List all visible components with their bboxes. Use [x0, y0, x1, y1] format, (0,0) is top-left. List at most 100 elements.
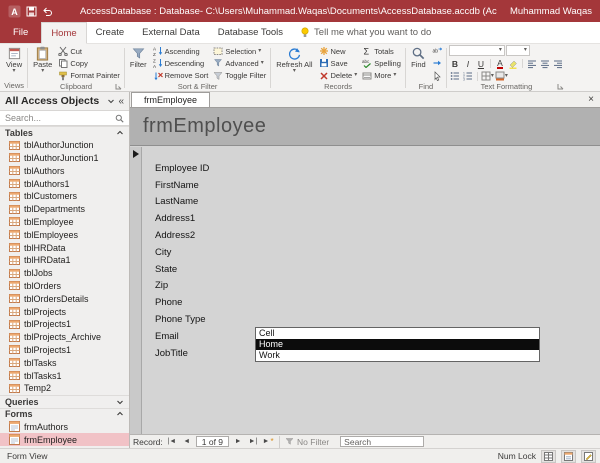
- highlight-color-button[interactable]: [507, 58, 519, 69]
- design-view-button[interactable]: [581, 450, 596, 463]
- nav-item-frmAuthors[interactable]: frmAuthors: [0, 420, 129, 433]
- dropdown-option-cell[interactable]: Cell: [256, 328, 539, 339]
- tab-database-tools[interactable]: Database Tools: [209, 22, 292, 43]
- shutter-bar-close-icon[interactable]: «: [118, 96, 124, 107]
- quick-save-icon[interactable]: [26, 6, 37, 17]
- nav-item-tblProjects[interactable]: tblProjects: [0, 305, 129, 318]
- last-record-button[interactable]: ►|: [247, 436, 259, 448]
- underline-button[interactable]: U: [475, 58, 487, 69]
- nav-item-tblAuthorJunction[interactable]: tblAuthorJunction: [0, 139, 129, 152]
- nav-section-tables[interactable]: Tables: [0, 126, 129, 139]
- record-search-input[interactable]: Search: [340, 436, 424, 447]
- font-family-select[interactable]: ▾: [449, 45, 505, 56]
- dropdown-option-work[interactable]: Work: [256, 350, 539, 361]
- dialog-launcher-icon[interactable]: [115, 83, 122, 90]
- replace-button[interactable]: ab: [430, 45, 444, 57]
- filter-status-button[interactable]: No Filter: [279, 436, 334, 448]
- nav-item-tblProjects_Archive[interactable]: tblProjects_Archive: [0, 331, 129, 344]
- tab-create[interactable]: Create: [87, 22, 134, 43]
- italic-button[interactable]: I: [462, 58, 474, 69]
- nav-item-tblJobs[interactable]: tblJobs: [0, 267, 129, 280]
- first-record-button[interactable]: |◄: [166, 436, 178, 448]
- nav-section-forms[interactable]: Forms: [0, 408, 129, 421]
- font-color-button[interactable]: A: [494, 58, 506, 69]
- nav-item-label: tblProjects1: [24, 345, 71, 355]
- refresh-all-button[interactable]: Refresh All ▾: [273, 45, 315, 75]
- user-name[interactable]: Muhammad Waqas: [510, 6, 592, 17]
- nav-item-frmEmployee[interactable]: frmEmployee: [0, 433, 129, 446]
- nav-menu-chevron-icon[interactable]: [107, 97, 115, 105]
- tab-file[interactable]: File: [0, 22, 41, 43]
- nav-item-tblEmployee[interactable]: tblEmployee: [0, 216, 129, 229]
- quick-undo-icon[interactable]: [42, 6, 53, 17]
- nav-item-tblProjects1[interactable]: tblProjects1: [0, 344, 129, 357]
- tab-external-data[interactable]: External Data: [133, 22, 209, 43]
- format-painter-button[interactable]: Format Painter: [56, 70, 122, 82]
- save-record-button[interactable]: Save: [317, 57, 360, 69]
- selection-button[interactable]: Selection ▾: [211, 45, 268, 57]
- new-record-button-ribbon[interactable]: New: [317, 45, 360, 57]
- nav-item-tblAuthors1[interactable]: tblAuthors1: [0, 177, 129, 190]
- toggle-filter-button[interactable]: Toggle Filter: [211, 70, 268, 82]
- nav-section-queries[interactable]: Queries: [0, 395, 129, 408]
- nav-item-tblOrders[interactable]: tblOrders: [0, 280, 129, 293]
- numbering-button[interactable]: 123: [462, 71, 474, 82]
- nav-item-tblOrdersDetails[interactable]: tblOrdersDetails: [0, 292, 129, 305]
- gridlines-button[interactable]: ▾: [481, 71, 494, 82]
- record-position-box[interactable]: 1 of 9: [196, 436, 229, 447]
- dialog-launcher-icon[interactable]: [557, 83, 564, 90]
- tell-me-box[interactable]: Tell me what you want to do: [292, 22, 439, 43]
- spelling-button[interactable]: abc Spelling: [360, 57, 403, 69]
- ascending-button[interactable]: AZ Ascending: [151, 45, 211, 57]
- align-center-button[interactable]: [539, 58, 551, 69]
- paste-button[interactable]: Paste ▾: [30, 45, 55, 75]
- bold-button[interactable]: B: [449, 58, 461, 69]
- record-selector-bar[interactable]: [130, 147, 142, 434]
- datasheet-view-button[interactable]: [541, 450, 556, 463]
- font-size-select[interactable]: ▾: [506, 45, 530, 56]
- nav-item-tblTasks1[interactable]: tblTasks1: [0, 369, 129, 382]
- nav-pane-title[interactable]: All Access Objects: [5, 95, 99, 107]
- nav-item-tblHRData[interactable]: tblHRData: [0, 241, 129, 254]
- go-to-button[interactable]: [430, 57, 444, 69]
- close-document-icon[interactable]: ×: [582, 94, 600, 105]
- descending-button[interactable]: ZA Descending: [151, 57, 211, 69]
- dropdown-option-home[interactable]: Home: [256, 339, 539, 350]
- document-tab-frmemployee[interactable]: frmEmployee: [131, 92, 210, 107]
- copy-button[interactable]: Copy: [56, 57, 122, 69]
- nav-item-tblDepartments[interactable]: tblDepartments: [0, 203, 129, 216]
- table-icon: [9, 357, 20, 368]
- align-left-button[interactable]: [526, 58, 538, 69]
- previous-record-button[interactable]: ◄: [181, 436, 193, 448]
- nav-item-tblHRData1[interactable]: tblHRData1: [0, 254, 129, 267]
- find-button[interactable]: Find: [408, 45, 429, 70]
- cut-button[interactable]: Cut: [56, 45, 122, 57]
- nav-item-tblProjects1[interactable]: tblProjects1: [0, 318, 129, 331]
- bullets-button[interactable]: [449, 71, 461, 82]
- delete-button[interactable]: Delete ▾: [317, 70, 360, 82]
- nav-item-tblTasks[interactable]: tblTasks: [0, 356, 129, 369]
- background-color-button[interactable]: ▾: [495, 71, 508, 82]
- nav-item-Temp2[interactable]: Temp2: [0, 382, 129, 395]
- form-view-button[interactable]: [561, 450, 576, 463]
- align-right-button[interactable]: [552, 58, 564, 69]
- view-button[interactable]: View ▾: [3, 45, 25, 75]
- nav-search-box[interactable]: Search...: [0, 110, 129, 126]
- nav-item-tblAuthors[interactable]: tblAuthors: [0, 164, 129, 177]
- nav-item-label: tblProjects: [24, 307, 66, 317]
- nav-item-tblAuthorJunction1[interactable]: tblAuthorJunction1: [0, 152, 129, 165]
- select-button[interactable]: [430, 70, 444, 82]
- next-record-button[interactable]: ►: [232, 436, 244, 448]
- new-blank-record-button[interactable]: ►*: [262, 436, 274, 448]
- replace-icon: ab: [432, 46, 442, 56]
- advanced-button[interactable]: Advanced ▾: [211, 57, 268, 69]
- tab-home[interactable]: Home: [41, 22, 86, 44]
- nav-item-tblCustomers[interactable]: tblCustomers: [0, 190, 129, 203]
- nav-item-tblEmployees[interactable]: tblEmployees: [0, 228, 129, 241]
- chevron-down-icon: ▾: [258, 49, 261, 54]
- filter-button[interactable]: Filter: [127, 45, 150, 70]
- totals-button[interactable]: Σ Totals: [360, 45, 403, 57]
- remove-sort-button[interactable]: Remove Sort: [151, 70, 211, 82]
- more-button[interactable]: More ▾: [360, 70, 403, 82]
- group-label-sort-filter: Sort & Filter: [127, 82, 268, 92]
